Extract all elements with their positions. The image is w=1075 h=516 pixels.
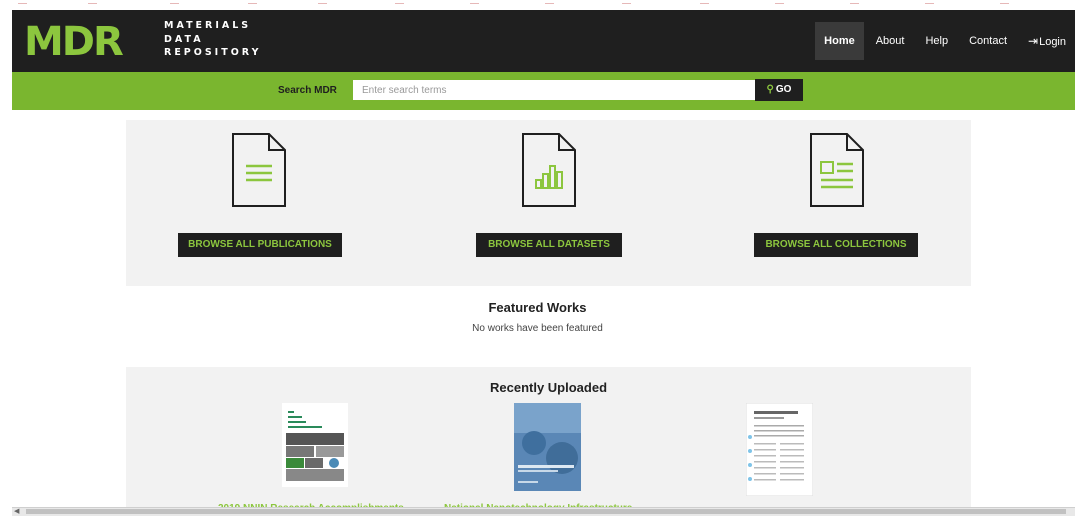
logo-subtitle-line-3: REPOSITORY: [164, 47, 262, 58]
search-go-label: GO: [775, 84, 792, 95]
blue-cover-thumbnail[interactable]: [514, 403, 581, 491]
recently-uploaded-panel: Recently Uploaded: [126, 367, 971, 515]
nav-about[interactable]: About: [867, 22, 914, 60]
scroll-left-arrow-icon[interactable]: ◀: [14, 508, 19, 515]
browse-publications-button[interactable]: BROWSE ALL PUBLICATIONS: [178, 233, 342, 257]
logo-subtitle-line-2: DATA: [164, 33, 204, 45]
featured-works-title: Featured Works: [488, 300, 587, 315]
search-label: Search MDR: [278, 85, 337, 96]
scrollbar-thumb[interactable]: [26, 509, 1066, 514]
report-cover-thumbnail[interactable]: [282, 403, 348, 487]
logo-text: MDR: [24, 19, 124, 65]
browse-collections-column: BROWSE ALL COLLECTIONS: [754, 120, 954, 286]
featured-empty-message: No works have been featured: [472, 323, 603, 334]
top-strip: [0, 0, 1075, 10]
browse-collections-button[interactable]: BROWSE ALL COLLECTIONS: [754, 233, 918, 257]
nav-home[interactable]: Home: [815, 22, 864, 60]
mdr-logo[interactable]: MDR: [24, 19, 144, 65]
nav-help[interactable]: Help: [916, 22, 957, 60]
search-input[interactable]: [353, 80, 763, 100]
search-icon: ⚲: [766, 84, 774, 95]
login-icon: ⇥: [1028, 34, 1039, 48]
dataset-chart-icon: [522, 133, 576, 207]
browse-panel: BROWSE ALL PUBLICATIONS BROWSE ALL DATAS…: [126, 120, 971, 286]
main-nav: Home About Help Contact ⇥Login: [812, 22, 1075, 60]
nav-contact[interactable]: Contact: [960, 22, 1016, 60]
browse-datasets-button[interactable]: BROWSE ALL DATASETS: [476, 233, 622, 257]
publication-document-icon: [232, 133, 286, 207]
collection-document-icon: [810, 133, 864, 207]
logo-subtitle-line-1: MATERIALS: [164, 20, 252, 31]
nav-login-label: Login: [1039, 36, 1066, 48]
recently-uploaded-title: Recently Uploaded: [489, 380, 608, 395]
site-header: MDR MATERIALS DATA REPOSITORY Home About…: [12, 10, 1075, 72]
search-go-button[interactable]: ⚲ GO: [755, 79, 803, 101]
browse-publications-column: BROWSE ALL PUBLICATIONS: [176, 120, 376, 286]
search-bar: Search MDR ⚲GO: [12, 72, 1075, 110]
logo-subtitle: MATERIALS DATA REPOSITORY: [164, 19, 261, 60]
nav-login[interactable]: ⇥Login: [1019, 22, 1075, 60]
browse-datasets-column: BROWSE ALL DATASETS: [476, 120, 676, 286]
paper-page-thumbnail[interactable]: [746, 403, 813, 496]
